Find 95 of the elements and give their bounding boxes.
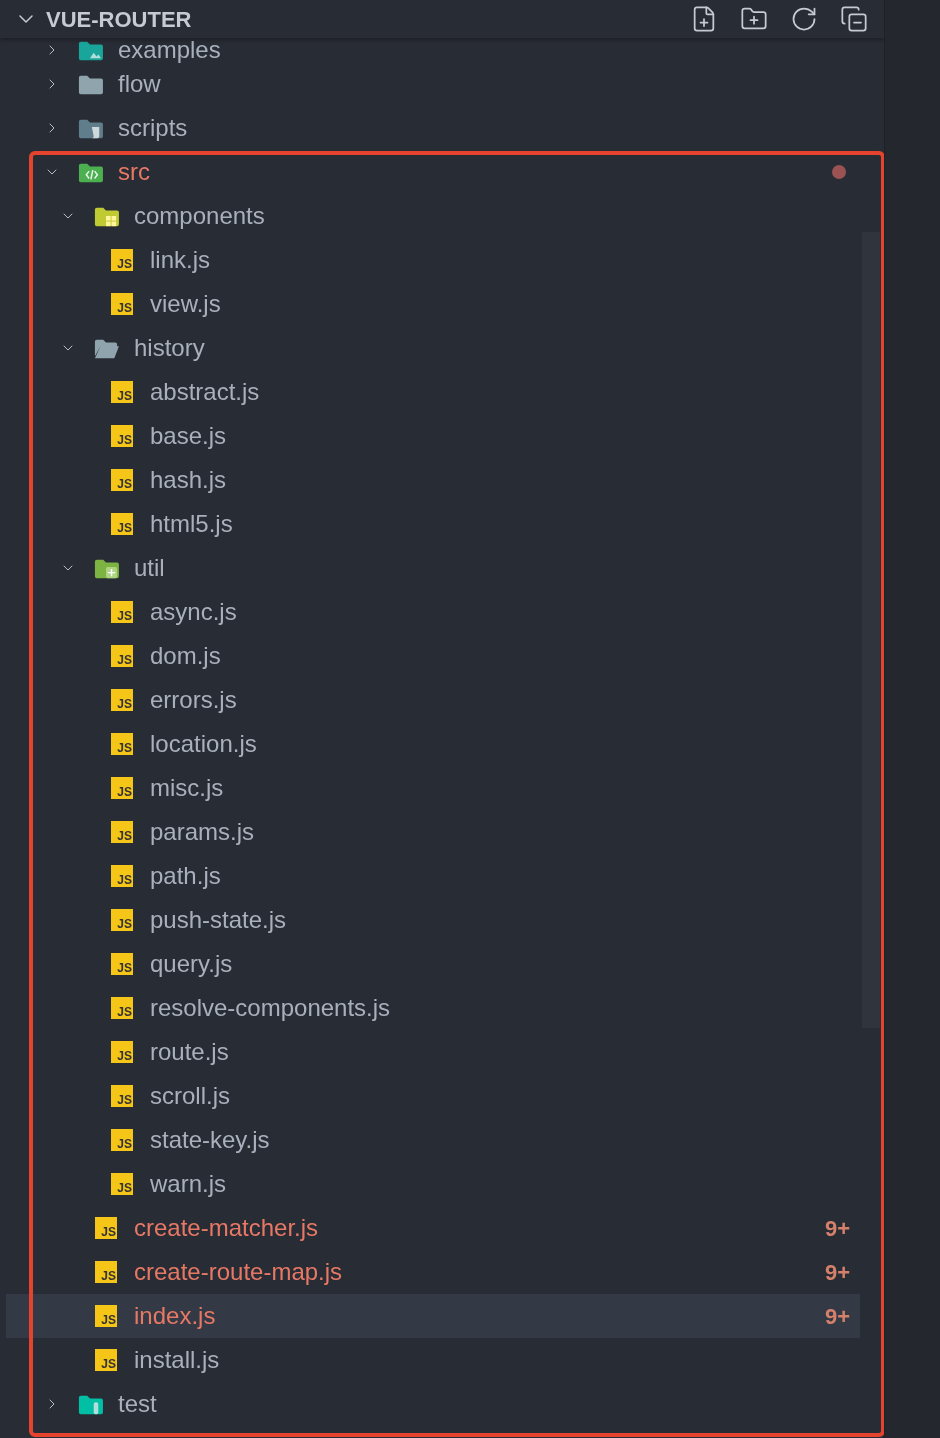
tree-row[interactable]: JS create-matcher.js 9+	[0, 1206, 860, 1250]
js-file-icon: JS	[111, 953, 133, 975]
scrollbar[interactable]	[862, 232, 880, 1028]
file-name: dom.js	[150, 644, 221, 668]
file-name: index.js	[134, 1304, 216, 1328]
tree-row[interactable]: JS async.js	[0, 590, 860, 634]
tree-row[interactable]: JS resolve-components.js	[0, 986, 860, 1030]
folder-name: scripts	[118, 116, 188, 140]
folder-name: history	[134, 336, 205, 360]
file-name: misc.js	[150, 776, 224, 800]
tree-row[interactable]: JS create-route-map.js 9+	[0, 1250, 860, 1294]
folder-name: test	[118, 1392, 157, 1416]
file-name: location.js	[150, 732, 257, 756]
file-name: warn.js	[150, 1172, 227, 1196]
tree-row[interactable]: JS dom.js	[0, 634, 860, 678]
file-name: html5.js	[150, 512, 233, 536]
tree-row[interactable]: JS state-key.js	[0, 1118, 860, 1162]
js-file-icon: JS	[111, 1129, 133, 1151]
js-file-icon: JS	[95, 1349, 117, 1371]
tree-row[interactable]: JS index.js 9+	[6, 1294, 860, 1338]
tree-row[interactable]: history	[0, 326, 860, 370]
tree-row[interactable]: JS warn.js	[0, 1162, 860, 1206]
tree-row[interactable]: examples	[0, 38, 860, 62]
js-file-icon: JS	[111, 601, 133, 623]
tree-row[interactable]: util	[0, 546, 860, 590]
tree-row[interactable]: flow	[0, 62, 860, 106]
tree-row[interactable]: JS query.js	[0, 942, 860, 986]
folder-name: examples	[118, 38, 221, 62]
tree-row[interactable]: JS view.js	[0, 282, 860, 326]
file-name: resolve-components.js	[150, 996, 391, 1020]
js-file-icon: JS	[111, 249, 133, 271]
js-file-icon: JS	[111, 997, 133, 1019]
tree-row[interactable]: JS errors.js	[0, 678, 860, 722]
js-file-icon: JS	[111, 909, 133, 931]
tree-row[interactable]: JS base.js	[0, 414, 860, 458]
tree-row[interactable]: JS path.js	[0, 854, 860, 898]
file-name: link.js	[150, 248, 210, 272]
js-file-icon: JS	[111, 821, 133, 843]
js-file-icon: JS	[111, 865, 133, 887]
tree-row[interactable]: src	[0, 150, 860, 194]
tree-row[interactable]: JS route.js	[0, 1030, 860, 1074]
folder-name: flow	[118, 72, 161, 96]
file-name: path.js	[150, 864, 221, 888]
file-name: create-matcher.js	[134, 1216, 319, 1240]
tree-row[interactable]: test	[0, 1382, 860, 1426]
js-file-icon: JS	[95, 1305, 117, 1327]
tree-row[interactable]: JS install.js	[0, 1338, 860, 1382]
file-name: async.js	[150, 600, 237, 624]
js-file-icon: JS	[95, 1261, 117, 1283]
js-file-icon: JS	[111, 425, 133, 447]
file-name: install.js	[134, 1348, 220, 1372]
tree-row[interactable]: components	[0, 194, 860, 238]
js-file-icon: JS	[111, 689, 133, 711]
js-file-icon: JS	[111, 1085, 133, 1107]
tree-row[interactable]: JS link.js	[0, 238, 860, 282]
file-name: query.js	[150, 952, 233, 976]
js-file-icon: JS	[111, 645, 133, 667]
collapse-all-icon[interactable]	[840, 5, 868, 33]
js-file-icon: JS	[111, 293, 133, 315]
file-name: abstract.js	[150, 380, 260, 404]
js-file-icon: JS	[111, 1041, 133, 1063]
file-name: create-route-map.js	[134, 1260, 343, 1284]
tree-row[interactable]: JS push-state.js	[0, 898, 860, 942]
tree-row[interactable]: JS location.js	[0, 722, 860, 766]
tree-row[interactable]: JS scroll.js	[0, 1074, 860, 1118]
file-name: state-key.js	[150, 1128, 270, 1152]
file-name: errors.js	[150, 688, 237, 712]
tree-row[interactable]: JS abstract.js	[0, 370, 860, 414]
js-file-icon: JS	[111, 469, 133, 491]
file-name: hash.js	[150, 468, 227, 492]
refresh-icon[interactable]	[790, 5, 818, 33]
tree-row[interactable]: JS html5.js	[0, 502, 860, 546]
js-file-icon: JS	[95, 1217, 117, 1239]
js-file-icon: JS	[111, 381, 133, 403]
tree-row[interactable]: scripts	[0, 106, 860, 150]
js-file-icon: JS	[111, 513, 133, 535]
tree-row[interactable]: JS misc.js	[0, 766, 860, 810]
tree-row[interactable]: JS params.js	[0, 810, 860, 854]
js-file-icon: JS	[111, 1173, 133, 1195]
file-name: params.js	[150, 820, 255, 844]
folder-name: src	[118, 160, 150, 184]
file-name: push-state.js	[150, 908, 287, 932]
file-name: scroll.js	[150, 1084, 230, 1108]
js-file-icon: JS	[111, 733, 133, 755]
problem-count: 9+	[824, 1214, 850, 1243]
tree-row[interactable]: JS hash.js	[0, 458, 860, 502]
folder-name: util	[134, 556, 165, 580]
js-file-icon: JS	[111, 777, 133, 799]
problem-count: 9+	[824, 1258, 850, 1287]
file-name: route.js	[150, 1040, 229, 1064]
folder-name: components	[134, 204, 265, 228]
explorer-title: VUE-ROUTER	[46, 5, 192, 34]
file-name: view.js	[150, 292, 221, 316]
file-name: base.js	[150, 424, 227, 448]
problem-count: 9+	[824, 1302, 850, 1331]
